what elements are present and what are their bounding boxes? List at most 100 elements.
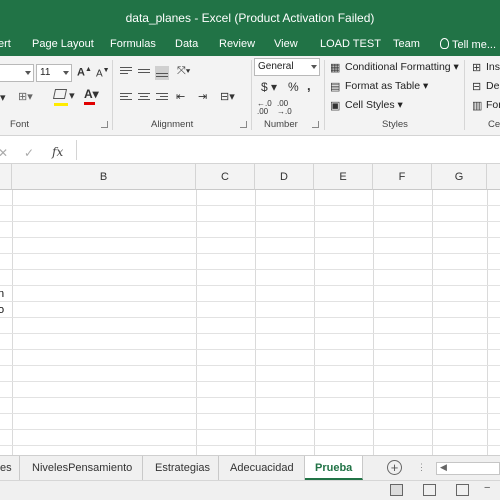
- font-color-icon[interactable]: A ▾: [84, 87, 99, 105]
- zoom-out-icon[interactable]: −: [484, 482, 490, 494]
- group-cells-label: Ce: [488, 119, 500, 130]
- tab-data[interactable]: Data: [175, 38, 198, 50]
- insert-cells-icon: ⊞: [472, 62, 482, 74]
- formula-input[interactable]: [78, 140, 500, 160]
- column-header-a[interactable]: [0, 164, 12, 190]
- column-header-d[interactable]: D: [255, 164, 314, 190]
- grid-column-line: [487, 190, 488, 455]
- cell-styles-icon: ▣: [330, 100, 341, 112]
- comma-symbol: ,: [307, 78, 311, 93]
- sheet-tab-active[interactable]: Prueba: [305, 456, 363, 480]
- increase-indent-icon[interactable]: ⇥: [198, 90, 207, 103]
- column-header-g[interactable]: G: [432, 164, 487, 190]
- sheet-tab[interactable]: Adecuacidad: [219, 456, 305, 480]
- decrease-decimal-icon[interactable]: .00 →.0: [277, 100, 292, 116]
- tab-insert[interactable]: ert: [0, 38, 11, 50]
- column-header-c[interactable]: C: [196, 164, 255, 190]
- delete-cells-button[interactable]: Del: [486, 80, 500, 92]
- group-divider: [324, 60, 325, 130]
- column-header-h[interactable]: [487, 164, 500, 190]
- tab-load-test[interactable]: LOAD TEST: [320, 38, 381, 50]
- percent-icon[interactable]: %: [288, 80, 299, 94]
- decrease-indent-icon[interactable]: ⇤: [176, 90, 185, 103]
- grid-column-line: [432, 190, 433, 455]
- cancel-icon[interactable]: ✕: [0, 146, 8, 160]
- grid-row-line: [0, 285, 500, 286]
- format-as-table-button[interactable]: Format as Table ▾: [345, 80, 428, 92]
- grid-row-line: [0, 397, 500, 398]
- format-cells-button[interactable]: For: [486, 99, 500, 111]
- number-format-box[interactable]: General: [254, 58, 320, 76]
- align-bottom-icon[interactable]: [155, 66, 169, 80]
- enter-icon[interactable]: ✓: [24, 146, 34, 160]
- cell-text: o: [0, 304, 5, 316]
- page-layout-view-icon[interactable]: [423, 484, 436, 496]
- grid-row-line: [0, 205, 500, 206]
- conditional-formatting-icon: ▦: [330, 62, 341, 74]
- cell-styles-button[interactable]: Cell Styles ▾: [345, 99, 403, 111]
- fill-color-icon[interactable]: ▾: [52, 89, 75, 106]
- sheet-tab[interactable]: NivelesPensamiento: [20, 456, 143, 480]
- tab-view[interactable]: View: [274, 38, 298, 50]
- tab-formulas[interactable]: Formulas: [110, 38, 156, 50]
- scroll-left-icon[interactable]: ◀: [440, 462, 447, 473]
- conditional-formatting-label: Conditional Formatting: [345, 61, 451, 73]
- sheet-tab[interactable]: es: [0, 456, 20, 480]
- grid-row-line: [0, 301, 500, 302]
- grid-row-line: [0, 221, 500, 222]
- align-left-icon[interactable]: [120, 93, 132, 103]
- font-size-box[interactable]: 11: [36, 64, 72, 82]
- tab-page-layout[interactable]: Page Layout: [32, 38, 94, 50]
- ribbon-tabs: ert Page Layout Formulas Data Review Vie…: [0, 36, 500, 56]
- grid-row-line: [0, 381, 500, 382]
- grid-column-line: [196, 190, 197, 455]
- column-header-f[interactable]: F: [373, 164, 432, 190]
- column-header-b[interactable]: B: [12, 164, 196, 190]
- align-middle-icon[interactable]: [138, 69, 150, 79]
- align-top-icon[interactable]: [120, 67, 132, 77]
- group-font-label: Font: [10, 119, 30, 130]
- format-table-icon: ▤: [330, 81, 341, 93]
- font-size-value: 11: [40, 67, 51, 78]
- conditional-formatting-button[interactable]: Conditional Formatting ▾: [345, 61, 459, 73]
- number-format-value: General: [258, 61, 294, 72]
- grid-column-line: [314, 190, 315, 455]
- tab-team[interactable]: Team: [393, 38, 420, 50]
- worksheet-grid[interactable]: n o: [0, 190, 500, 455]
- insert-function-icon[interactable]: fx: [52, 145, 63, 159]
- comma-style-icon[interactable]: ,: [307, 78, 311, 93]
- align-center-icon[interactable]: [138, 93, 150, 103]
- cell-text: n: [0, 288, 5, 300]
- grid-column-line: [12, 190, 13, 455]
- delete-cells-icon: ⊟: [472, 81, 482, 93]
- group-styles-label: Styles: [382, 119, 408, 130]
- currency-icon[interactable]: $ ▾: [261, 80, 277, 94]
- grid-column-line: [373, 190, 374, 455]
- title-bar: data_planes - Excel (Product Activation …: [0, 0, 500, 36]
- font-name-box[interactable]: [0, 64, 34, 82]
- merge-center-icon[interactable]: ⊟▾: [220, 90, 235, 103]
- sheet-tab[interactable]: Estrategias: [143, 456, 219, 480]
- font-launcher-icon[interactable]: [101, 121, 108, 128]
- increase-font-icon[interactable]: A▲: [77, 66, 92, 79]
- ribbon: 11 A▲ A▼ ▾ ⊞▾ ▾ A ▾ Font ⤧▾ ⇤ ⇥ ⊟▾ Alignm…: [0, 56, 500, 136]
- increase-decimal-icon[interactable]: ←.0.00: [257, 100, 272, 116]
- more-options-icon[interactable]: ⋮: [417, 462, 426, 473]
- orientation-icon[interactable]: ⤧▾: [177, 65, 190, 78]
- tab-review[interactable]: Review: [219, 38, 255, 50]
- borders-icon[interactable]: ⊞▾: [18, 90, 33, 103]
- decrease-font-icon[interactable]: A▼: [96, 67, 110, 79]
- normal-view-icon[interactable]: [390, 484, 403, 496]
- alignment-launcher-icon[interactable]: [240, 121, 247, 128]
- format-as-table-label: Format as Table: [345, 80, 421, 92]
- page-break-view-icon[interactable]: [456, 484, 469, 496]
- number-launcher-icon[interactable]: [312, 121, 319, 128]
- column-header-e[interactable]: E: [314, 164, 373, 190]
- tell-me-box[interactable]: Tell me...: [440, 38, 496, 51]
- insert-cells-button[interactable]: Ins: [486, 61, 500, 73]
- add-sheet-icon[interactable]: +: [387, 460, 402, 475]
- horizontal-scrollbar[interactable]: ◀: [436, 462, 500, 475]
- align-right-icon[interactable]: [156, 93, 168, 103]
- underline-dropdown-icon[interactable]: ▾: [0, 91, 6, 104]
- currency-symbol: $: [261, 80, 268, 94]
